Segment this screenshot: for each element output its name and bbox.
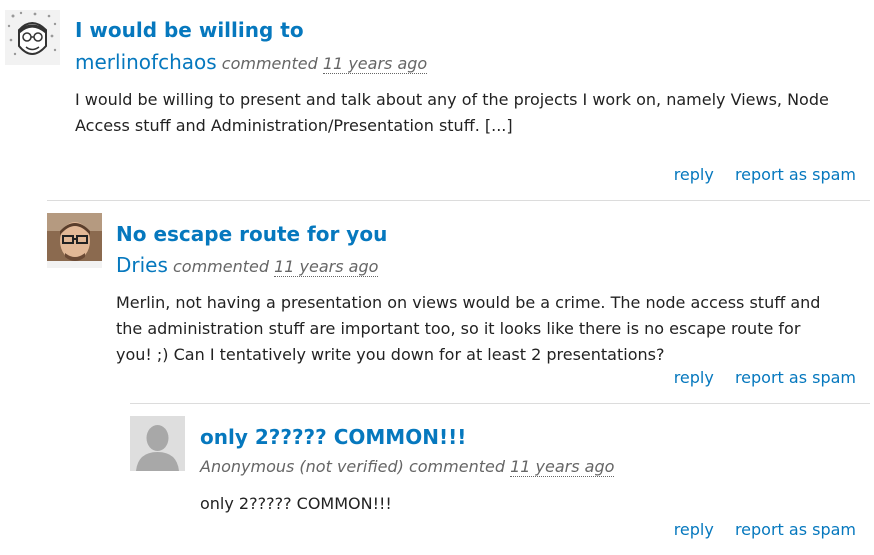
comment-body: only 2????? COMMON!!! [200, 494, 392, 513]
comment-timestamp: 11 years ago [274, 257, 379, 277]
report-spam-link[interactable]: report as spam [735, 368, 856, 387]
author-link[interactable]: Dries [116, 253, 168, 277]
comment-title[interactable]: only 2????? COMMON!!! [200, 425, 466, 449]
avatar-anonymous [130, 416, 185, 471]
comment-3: only 2????? COMMON!!! Anonymous (not ver… [130, 416, 870, 555]
cartoon-face-icon [7, 11, 57, 56]
default-user-icon [130, 416, 185, 471]
comment-meta: Anonymous (not verified) commented 11 ye… [200, 457, 615, 477]
comment-body: Merlin, not having a presentation on vie… [116, 293, 821, 364]
author-name: Anonymous (not verified) [200, 457, 404, 476]
comment-2: No escape route for you Dries commented … [47, 213, 870, 393]
comment-verb: commented [221, 54, 318, 73]
reply-link[interactable]: reply [674, 165, 714, 184]
comment-links: reply report as spam [658, 520, 856, 539]
reply-link[interactable]: reply [674, 368, 714, 387]
comment-meta: merlinofchaos commented 11 years ago [75, 50, 428, 74]
report-spam-link[interactable]: report as spam [735, 520, 856, 539]
comment-1: I would be willing to merlinofchaos comm… [5, 10, 870, 190]
comment-links: reply report as spam [658, 165, 856, 184]
user-photo-icon [47, 213, 102, 268]
comment-timestamp: 11 years ago [510, 457, 615, 477]
comment-title[interactable]: I would be willing to [75, 18, 304, 42]
comment-verb: commented [173, 257, 270, 276]
comment-title[interactable]: No escape route for you [116, 222, 387, 246]
comment-timestamp: 11 years ago [322, 54, 428, 74]
reply-link[interactable]: reply [674, 520, 714, 539]
comment-separator [47, 200, 870, 201]
comment-body: I would be willing to present and talk a… [75, 90, 829, 135]
author-link[interactable]: merlinofchaos [75, 50, 217, 74]
comment-separator [130, 403, 870, 404]
comment-links: reply report as spam [658, 368, 856, 387]
comment-meta: Dries commented 11 years ago [116, 253, 379, 277]
report-spam-link[interactable]: report as spam [735, 165, 856, 184]
avatar-merlinofchaos[interactable] [5, 10, 60, 65]
avatar-dries[interactable] [47, 213, 102, 268]
comment-verb: commented [408, 457, 505, 476]
